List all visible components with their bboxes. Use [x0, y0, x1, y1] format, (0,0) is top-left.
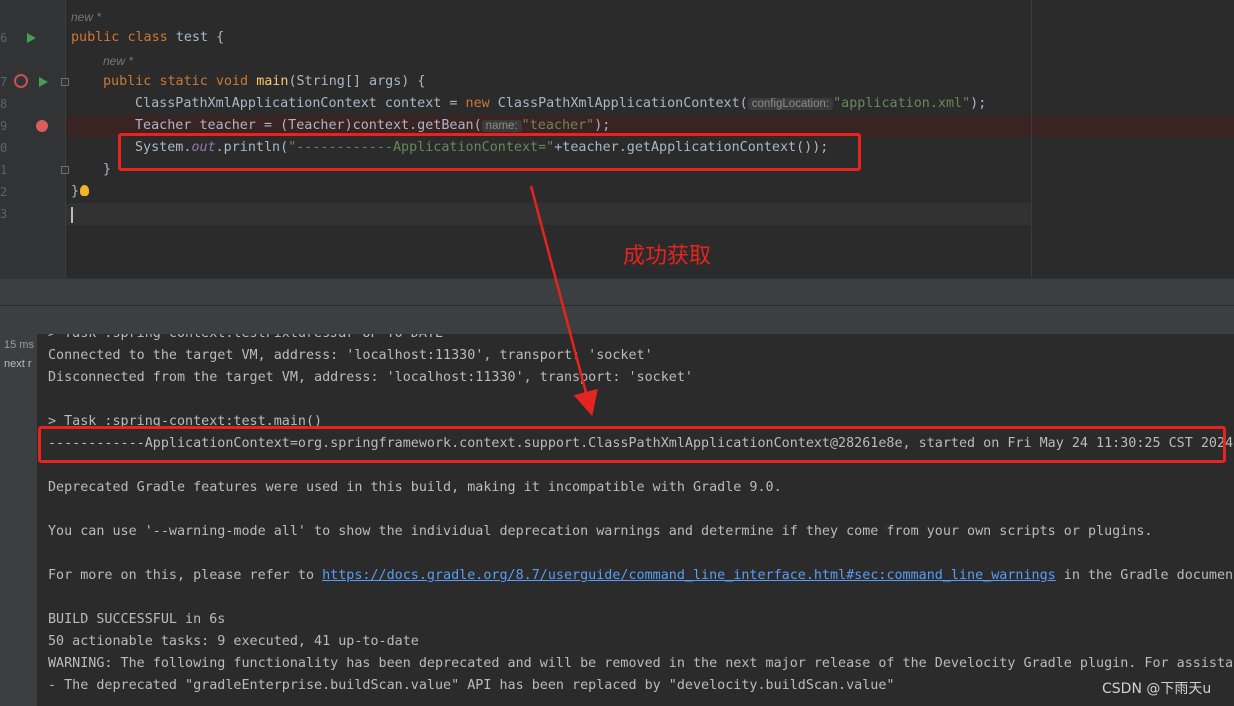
annotation-arrow	[529, 185, 598, 417]
watermark: CSDN @下雨天u	[1102, 681, 1212, 697]
annotation-label: 成功获取	[623, 244, 712, 269]
